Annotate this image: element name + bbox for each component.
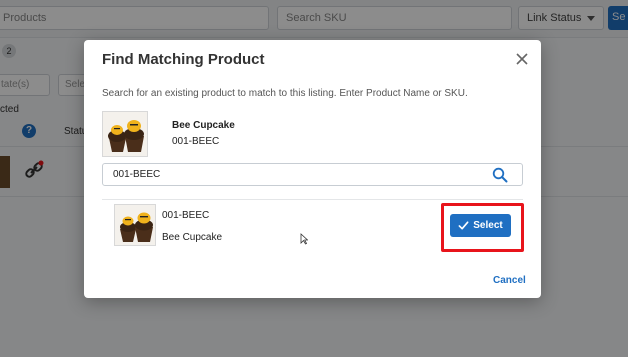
result-name: Bee Cupcake [162, 232, 223, 243]
dialog-instructions: Search for an existing product to match … [102, 88, 468, 99]
select-button-label: Select [473, 220, 503, 231]
close-icon[interactable] [515, 52, 529, 66]
cupcake-image [102, 111, 148, 157]
check-icon [458, 221, 469, 230]
product-search-input[interactable]: 001-BEEC [102, 163, 523, 186]
product-sku: 001-BEEC [172, 136, 220, 147]
listing-product-summary: Bee Cupcake 001-BEEC [102, 111, 402, 157]
mouse-cursor-icon [300, 233, 308, 245]
cancel-button[interactable]: Cancel [493, 275, 526, 286]
dialog-title: Find Matching Product [102, 51, 265, 68]
search-icon[interactable] [492, 167, 508, 183]
result-sku: 001-BEEC [162, 210, 210, 221]
search-input-value: 001-BEEC [113, 169, 161, 180]
cupcake-image [114, 204, 156, 246]
product-name: Bee Cupcake [172, 120, 235, 131]
select-button[interactable]: Select [450, 214, 511, 237]
find-matching-product-dialog: Find Matching Product Search for an exis… [84, 40, 541, 298]
